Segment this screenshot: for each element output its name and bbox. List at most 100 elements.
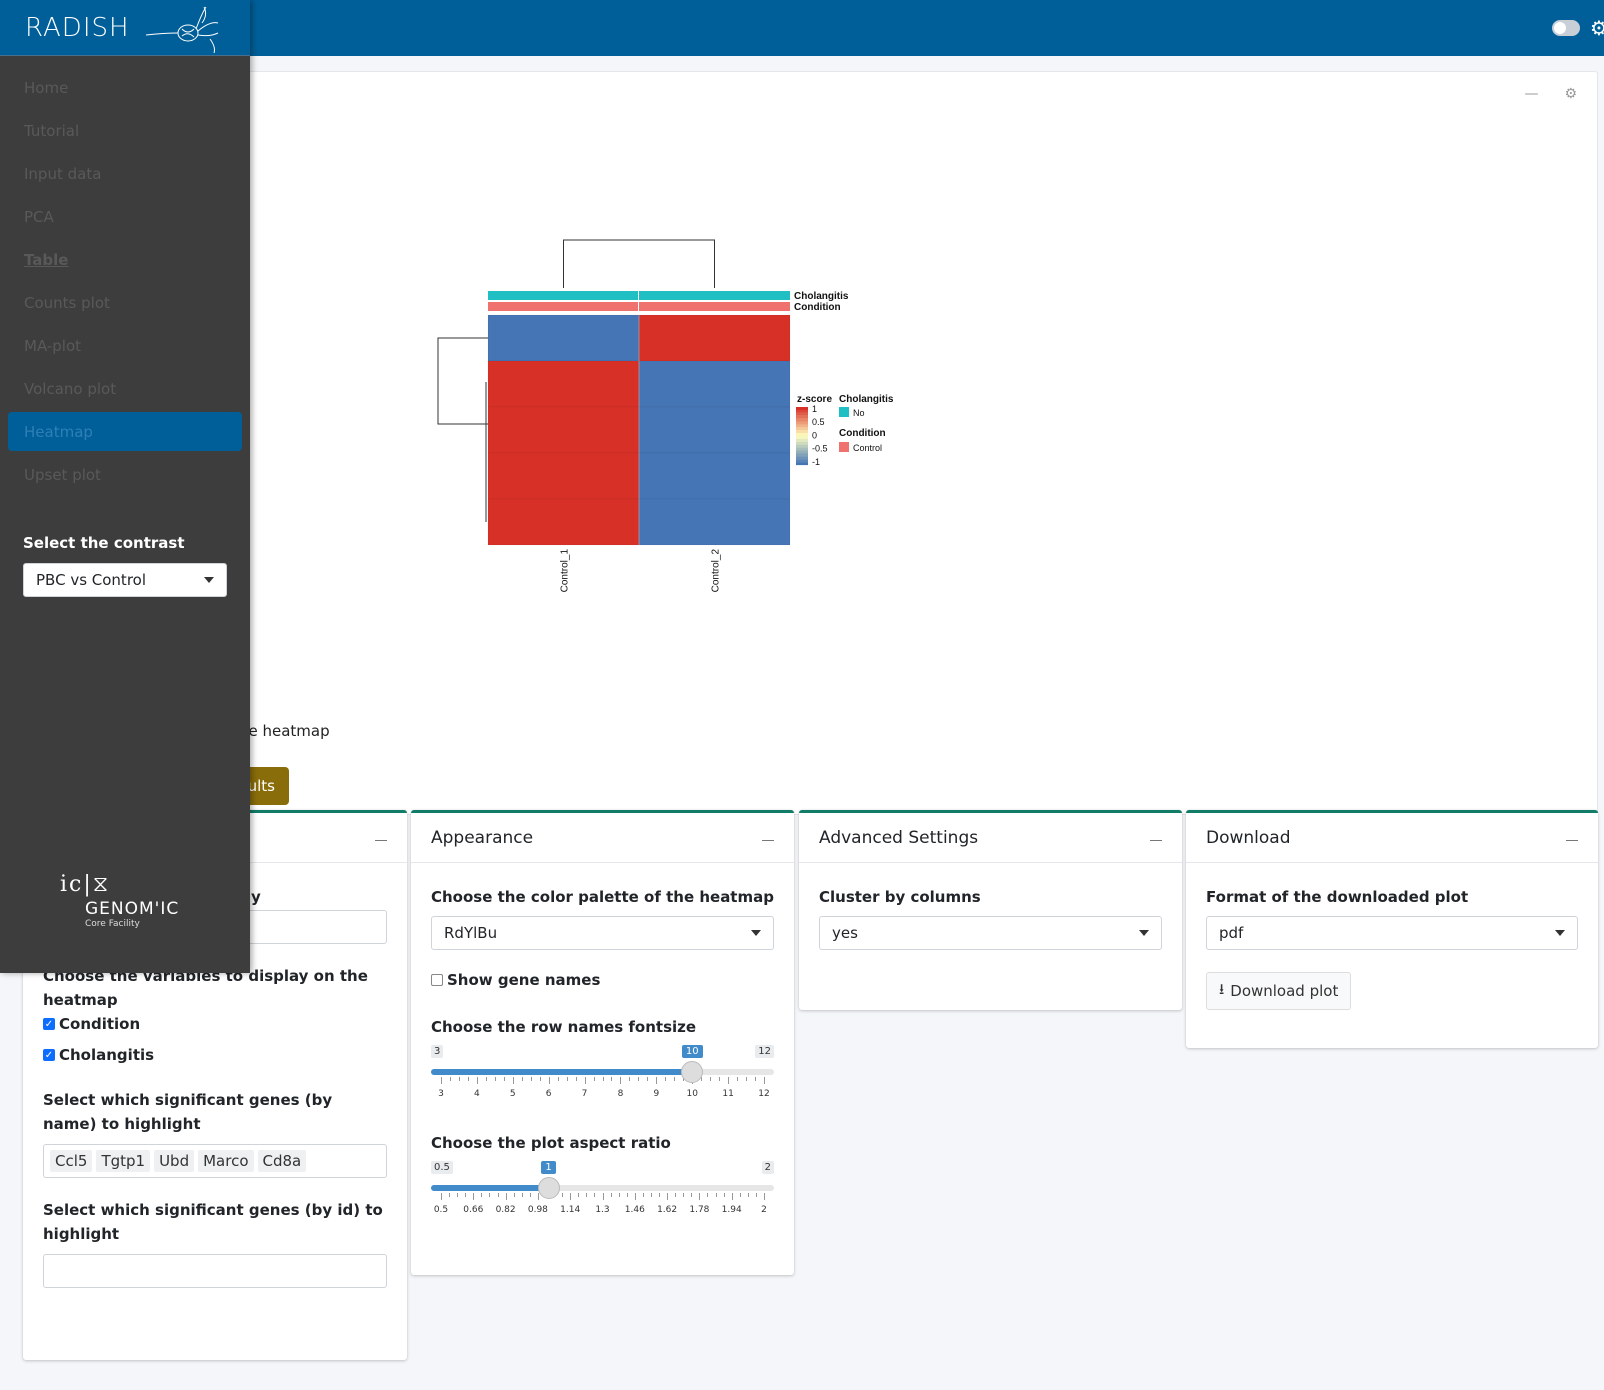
- gene-chip[interactable]: Tgtp1: [96, 1150, 151, 1172]
- sidebar-item-volcano-plot[interactable]: Volcano plot: [8, 367, 242, 410]
- advanced-settings-card: Advanced Settings Cluster by columns yes: [799, 810, 1182, 1010]
- format-select[interactable]: pdf: [1206, 916, 1578, 950]
- slider-tick-label: 12: [758, 1089, 770, 1099]
- sidebar-item-input-data[interactable]: Input data: [8, 152, 242, 195]
- genes-by-name-input[interactable]: Ccl5 Tgtp1 Ubd Marco Cd8a: [43, 1144, 387, 1178]
- footer-logo-sub: Core Facility: [85, 919, 140, 929]
- slider-tick: [494, 1077, 496, 1081]
- zscore-tick-label: 1: [812, 404, 817, 414]
- gene-chip[interactable]: Ccl5: [50, 1150, 93, 1172]
- slider-tick: [530, 1077, 532, 1081]
- slider-tick: [578, 1193, 580, 1197]
- zscore-gradient-step: [796, 453, 808, 457]
- row-dendrogram: [437, 337, 488, 522]
- slider-tick: [618, 1193, 620, 1197]
- download-plot-label: Download plot: [1230, 982, 1339, 1000]
- slider-tick-label: 10: [686, 1089, 698, 1099]
- condition-legend-swatch: [839, 442, 849, 452]
- slider-tick: [537, 1193, 539, 1200]
- slider-tick: [674, 1077, 676, 1081]
- cholangitis-checkbox[interactable]: ✓: [43, 1049, 55, 1061]
- slider-tick-label: 1.78: [689, 1205, 710, 1215]
- advanced-title: Advanced Settings: [819, 827, 979, 848]
- slider-tick: [489, 1193, 491, 1197]
- heatmap-chart: CholangitisConditionControl_1 Control_2z-…: [437, 239, 894, 592]
- slider-tick: [505, 1193, 507, 1200]
- zscore-tick-label: -0.5: [812, 444, 828, 454]
- brand-title: RADISH: [25, 12, 130, 43]
- zscore-gradient-step: [796, 430, 808, 434]
- cholangitis-checkbox-label: Cholangitis: [59, 1046, 155, 1064]
- show-gene-names-row[interactable]: Show gene names: [431, 968, 774, 992]
- slider-tick-label: 4: [474, 1089, 480, 1099]
- slider-tick: [594, 1193, 596, 1197]
- slider-tick-label: 5: [509, 1089, 516, 1099]
- sidebar-item-table[interactable]: Table: [8, 238, 242, 281]
- annotation-cell: [488, 302, 638, 311]
- slider-tick: [626, 1193, 628, 1197]
- annotation-label: Cholangitis: [794, 291, 849, 302]
- slider-tick: [562, 1193, 564, 1197]
- slider-tick: [638, 1077, 640, 1081]
- sidebar-item-home[interactable]: Home: [8, 66, 242, 109]
- slider-tick: [503, 1077, 505, 1081]
- brand[interactable]: RADISH: [0, 0, 250, 56]
- cholangitis-legend-swatch: [839, 407, 849, 417]
- contrast-select[interactable]: PBC vs Control: [23, 563, 227, 597]
- gene-chip[interactable]: Ubd: [154, 1150, 195, 1172]
- slider-tick-label: 1.3: [595, 1205, 610, 1215]
- slider-tick: [481, 1193, 483, 1197]
- slider-handle[interactable]: [537, 1177, 560, 1199]
- slider-fill: [431, 1185, 549, 1191]
- annotation-label: Condition: [794, 302, 841, 313]
- condition-checkbox[interactable]: ✓: [43, 1018, 55, 1030]
- zscore-gradient-step: [796, 447, 808, 451]
- collapse-icon[interactable]: [762, 840, 774, 841]
- sidebar-item-counts-plot[interactable]: Counts plot: [8, 281, 242, 324]
- sidebar-item-ma-plot[interactable]: MA-plot: [8, 324, 242, 367]
- dark-mode-toggle[interactable]: [1552, 20, 1580, 36]
- slider-tick: [719, 1077, 721, 1081]
- gear-icon[interactable]: ⚙: [1590, 18, 1604, 38]
- sidebar-item-pca[interactable]: PCA: [8, 195, 242, 238]
- collapse-icon[interactable]: [1150, 840, 1162, 841]
- chevron-down-icon: [751, 930, 761, 936]
- sidebar: RADISH Home Tutorial Input data PCA Tabl…: [0, 0, 250, 973]
- slider-tick: [570, 1193, 572, 1200]
- cholangitis-legend-title: Cholangitis: [839, 394, 894, 405]
- show-gene-names-checkbox[interactable]: [431, 974, 443, 986]
- palette-select[interactable]: RdYlBu: [431, 916, 774, 950]
- zscore-gradient-step: [796, 444, 808, 448]
- download-card: Download Format of the downloaded plot p…: [1186, 810, 1598, 1048]
- slider-tick: [642, 1193, 644, 1197]
- heatmap-caption: he heatmap: [239, 722, 330, 740]
- fontsize-slider[interactable]: 3 12 10 3 4 5 6 7 8 9 10 11 12: [431, 1041, 774, 1101]
- sidebar-nav: Home Tutorial Input data PCA Table Count…: [0, 56, 250, 496]
- cluster-value: yes: [832, 924, 858, 942]
- cluster-select[interactable]: yes: [819, 916, 1162, 950]
- appearance-card: Appearance Choose the color palette of t…: [411, 810, 794, 1275]
- fontsize-label: Choose the row names fontsize: [431, 1018, 697, 1036]
- gene-chip[interactable]: Marco: [198, 1150, 254, 1172]
- sidebar-item-heatmap[interactable]: Heatmap: [8, 412, 242, 451]
- aspect-slider[interactable]: 0.5 2 1 0.5 0.66 0.82 0.98 1.14 1.3 1.46 1.62 1.…: [431, 1157, 774, 1217]
- download-plot-button[interactable]: ⭳ Download plot: [1206, 972, 1352, 1010]
- sidebar-item-label: MA-plot: [24, 336, 82, 355]
- zscore-gradient-step: [796, 459, 808, 463]
- sidebar-item-tutorial[interactable]: Tutorial: [8, 109, 242, 152]
- slider-tick: [584, 1077, 586, 1084]
- collapse-icon[interactable]: [375, 840, 387, 841]
- slider-tick: [575, 1077, 577, 1081]
- slider-tick: [728, 1077, 730, 1084]
- sidebar-item-upset-plot[interactable]: Upset plot: [8, 453, 242, 496]
- gene-chip[interactable]: Cd8a: [257, 1150, 307, 1172]
- slider-fill: [431, 1069, 693, 1075]
- slider-tick: [665, 1077, 667, 1081]
- cholangitis-checkbox-row[interactable]: ✓ Cholangitis: [43, 1043, 387, 1067]
- condition-checkbox-row[interactable]: ✓ Condition: [43, 1012, 387, 1036]
- slider-tick: [739, 1193, 741, 1197]
- collapse-icon[interactable]: [1566, 840, 1578, 841]
- genes-by-id-input[interactable]: [43, 1254, 387, 1288]
- zscore-tick-label: 0.5: [812, 417, 825, 427]
- slider-tick: [629, 1077, 631, 1081]
